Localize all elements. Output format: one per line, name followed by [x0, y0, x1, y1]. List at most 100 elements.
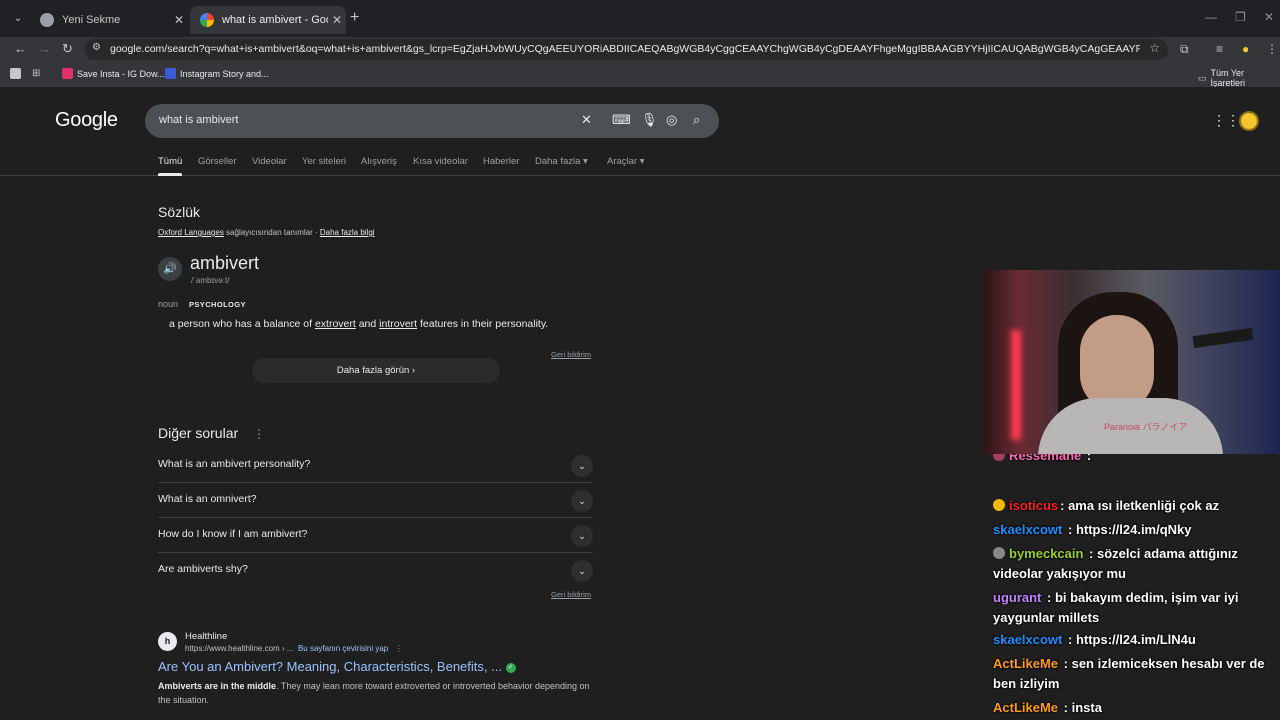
result-options-icon[interactable]: ⋮	[395, 644, 403, 653]
paa-options-icon[interactable]: ⋮	[253, 427, 265, 441]
dictionary-heading: Sözlük	[158, 204, 201, 220]
bookmark-save-insta[interactable]: Save Insta - IG Dow...	[62, 68, 165, 79]
paa-question-text: Are ambiverts shy?	[158, 563, 248, 575]
back-icon[interactable]: ←	[14, 41, 27, 56]
tab-title: what is ambivert - Google'da Ara	[222, 14, 328, 26]
chat-message: skaelxcowt : https://l24.im/qNky	[993, 522, 1192, 537]
extrovert-link[interactable]: extrovert	[315, 318, 356, 330]
tab-all[interactable]: Tümü	[158, 156, 183, 176]
bookmarks-bar: ⊞ Save Insta - IG Dow... Instagram Story…	[0, 62, 1280, 88]
profile-icon[interactable]: ●	[1242, 42, 1249, 56]
definition-text: features in their personality.	[417, 318, 549, 330]
paa-question-text: What is an omnivert?	[158, 493, 257, 505]
tab-shopping[interactable]: Alışveriş	[361, 156, 397, 167]
lens-icon[interactable]: ◎	[666, 112, 677, 128]
google-logo[interactable]: Google	[55, 109, 118, 132]
search-box[interactable]: what is ambivert ✕ ⌨ 🎙 ◎ ⌕	[145, 104, 719, 138]
snippet-bold: Ambiverts are in the middle	[158, 681, 277, 691]
more-info-link[interactable]: Daha fazla bilgi	[320, 228, 375, 237]
restore-icon[interactable]: ❐	[1235, 10, 1246, 24]
avatar[interactable]	[1239, 111, 1259, 131]
chevron-down-icon[interactable]: ⌄	[571, 560, 593, 582]
menu-icon[interactable]: ⋮	[1266, 42, 1278, 56]
phonetic: /ˈambɪvəːt/	[191, 276, 230, 285]
show-more-button[interactable]: Daha fazla görün ›	[252, 358, 500, 383]
paa-question[interactable]: Are ambiverts shy? ⌄	[158, 553, 593, 588]
result-title-text[interactable]: Are You an Ambivert? Meaning, Characteri…	[158, 659, 502, 674]
browser-toolbar: ← → ↻ ⚙ google.com/search?q=what+is+ambi…	[0, 37, 1280, 62]
tab-search-icon[interactable]: ⌄	[8, 9, 28, 29]
chat-username: bymeckcain	[1009, 546, 1084, 561]
chat-text: insta	[1071, 700, 1102, 715]
tab-tools[interactable]: Araçlar ▾	[607, 156, 645, 167]
close-tab-icon[interactable]: ✕	[170, 13, 188, 27]
reload-icon[interactable]: ↻	[62, 41, 73, 57]
search-icon[interactable]: ⌕	[693, 112, 700, 128]
result-site-name[interactable]: Healthline	[185, 631, 227, 642]
close-tab-icon[interactable]: ✕	[328, 13, 346, 27]
tab-images[interactable]: Görseller	[198, 156, 237, 167]
tab-google-search[interactable]: what is ambivert - Google'da Ara ✕	[190, 6, 346, 34]
introvert-link[interactable]: introvert	[379, 318, 417, 330]
dictionary-source: Oxford Languages sağlayıcısından tanımla…	[158, 228, 375, 237]
search-nav-tabs: Tümü Görseller Videolar Yer siteleri Alı…	[0, 151, 1280, 176]
site-info-icon[interactable]: ⚙	[92, 42, 101, 53]
minimize-icon[interactable]: —	[1205, 10, 1217, 24]
chevron-down-icon[interactable]: ⌄	[571, 490, 593, 512]
apps-icon[interactable]: ⊞	[32, 68, 40, 79]
media-icon[interactable]: ≡	[1216, 42, 1223, 56]
led-light	[1011, 330, 1021, 440]
result-url: https://www.healthline.com › ... Bu sayf…	[185, 644, 403, 653]
chat-separator: :	[1083, 454, 1092, 463]
paa-question[interactable]: What is an omnivert? ⌄	[158, 483, 593, 518]
close-window-icon[interactable]: ✕	[1264, 10, 1274, 24]
folder-icon: ▭	[1198, 72, 1207, 83]
bookmark-instagram-story[interactable]: Instagram Story and...	[165, 68, 269, 79]
paa-feedback-link[interactable]: Geri bildirim	[551, 590, 591, 599]
chat-text: ama ısı iletkenliği çok az	[1068, 498, 1220, 513]
result-title[interactable]: Are You an Ambivert? Meaning, Characteri…	[158, 659, 516, 674]
bookmark-folder-icon[interactable]	[10, 68, 25, 79]
bookmark-favicon	[62, 68, 73, 79]
translate-link[interactable]: Bu sayfanın çevirisini yap	[298, 644, 388, 653]
chat-username: skaelxcowt	[993, 632, 1063, 647]
paa-question-text: How do I know if I am ambivert?	[158, 528, 308, 540]
verified-icon: ✓	[505, 662, 516, 673]
paa-question[interactable]: What is an ambivert personality? ⌄	[158, 448, 593, 483]
chat-message: ugurant : bi bakayım dedim, işim var iyi…	[993, 590, 1239, 625]
bookmark-star-icon[interactable]: ☆	[1149, 41, 1160, 55]
definition-text: and	[355, 318, 380, 330]
keyboard-icon[interactable]: ⌨	[612, 112, 631, 128]
all-bookmarks[interactable]: ▭ Tüm Yer İşaretleri	[1198, 68, 1280, 88]
microphone-icon[interactable]: 🎙	[641, 112, 658, 128]
chevron-down-icon[interactable]: ⌄	[571, 455, 593, 477]
oxford-link[interactable]: Oxford Languages	[158, 228, 224, 237]
chat-message: bymeckcain : sözelci adama attığınız vid…	[993, 546, 1238, 581]
tab-more[interactable]: Daha fazla ▾	[535, 156, 588, 167]
tab-places[interactable]: Yer siteleri	[302, 156, 346, 167]
new-tab-icon[interactable]: +	[350, 9, 359, 27]
search-input[interactable]: what is ambivert	[159, 114, 238, 126]
chevron-down-icon[interactable]: ⌄	[571, 525, 593, 547]
clear-icon[interactable]: ✕	[581, 112, 592, 128]
chat-badge-icon	[993, 547, 1005, 559]
speaker-icon[interactable]: 🔊	[158, 257, 182, 281]
chrome-icon	[40, 13, 54, 27]
address-bar[interactable]: ⚙ google.com/search?q=what+is+ambivert&o…	[84, 39, 1168, 60]
tab-news[interactable]: Haberler	[483, 156, 519, 167]
forward-icon[interactable]: →	[38, 41, 51, 56]
tab-strip: ⌄ Yeni Sekme ✕ what is ambivert - Google…	[0, 0, 1280, 37]
dictionary-feedback-link[interactable]: Geri bildirim	[551, 350, 591, 359]
tab-new-tab[interactable]: Yeni Sekme ✕	[30, 6, 188, 34]
microphone-arm	[1192, 327, 1254, 349]
tab-videos[interactable]: Videolar	[252, 156, 287, 167]
paa-question[interactable]: How do I know if I am ambivert? ⌄	[158, 518, 593, 553]
definition-text: a person who has a balance of	[169, 318, 315, 330]
extensions-icon[interactable]: ⧉	[1180, 42, 1189, 57]
chat-username: ugurant	[993, 590, 1042, 605]
tab-short-videos[interactable]: Kısa videolar	[413, 156, 468, 167]
definition: a person who has a balance of extrovert …	[169, 318, 548, 330]
google-apps-icon[interactable]: ⋮⋮	[1212, 112, 1240, 129]
streamer-face	[1080, 315, 1154, 411]
paa-question-text: What is an ambivert personality?	[158, 458, 311, 470]
